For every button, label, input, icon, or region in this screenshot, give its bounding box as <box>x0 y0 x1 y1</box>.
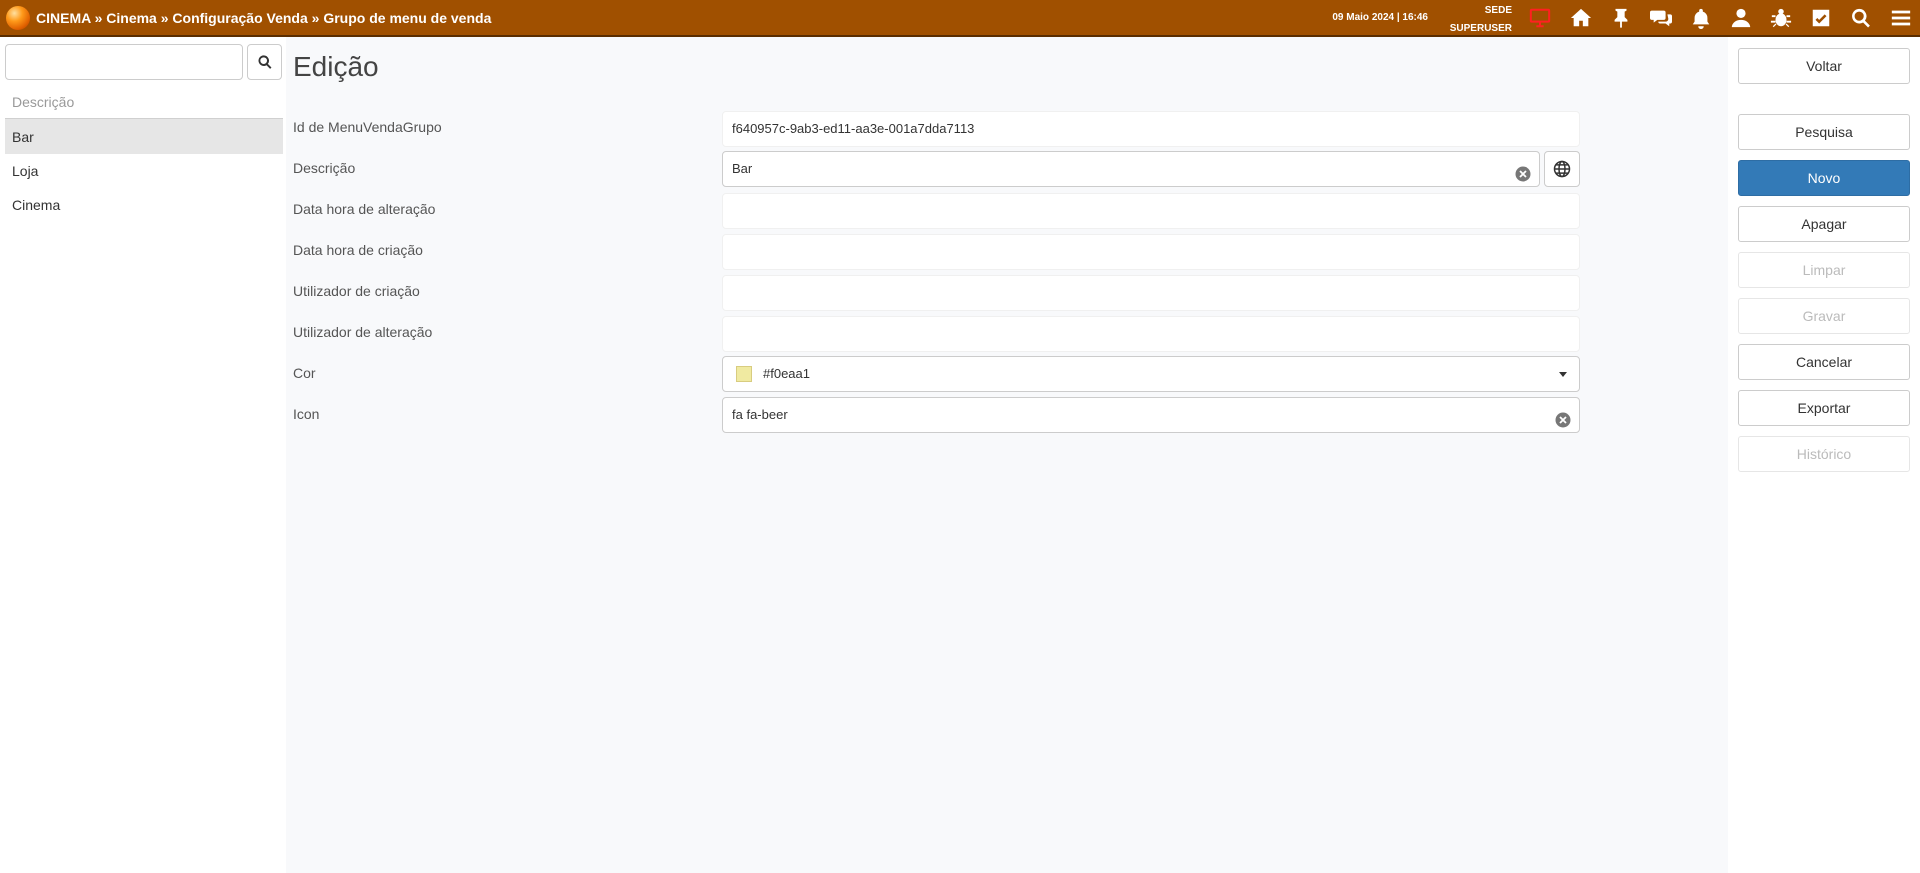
id-label: Id de MenuVendaGrupo <box>293 119 442 135</box>
checkbox-icon[interactable] <box>1809 6 1833 30</box>
data-criacao-label: Data hora de criação <box>293 242 423 258</box>
data-criacao-field <box>722 234 1580 270</box>
home-icon[interactable] <box>1569 6 1593 30</box>
translate-button[interactable] <box>1544 151 1580 187</box>
user-icon[interactable] <box>1729 6 1753 30</box>
monitor-icon[interactable] <box>1528 6 1552 30</box>
utilizador-criacao-field <box>722 275 1580 311</box>
utilizador-alteracao-field <box>722 316 1580 352</box>
app-logo[interactable] <box>6 6 30 30</box>
breadcrumb[interactable]: CINEMA » Cinema » Configuração Venda » G… <box>36 10 491 26</box>
icon-field[interactable]: fa fa-beer <box>722 397 1580 433</box>
pin-icon[interactable] <box>1609 6 1633 30</box>
cancelar-button[interactable]: Cancelar <box>1738 344 1910 380</box>
descricao-field[interactable]: Bar <box>722 151 1540 187</box>
descricao-label: Descrição <box>293 160 356 176</box>
clear-icon[interactable] <box>1515 161 1531 182</box>
top-bar: CINEMA » Cinema » Configuração Venda » G… <box>0 0 1920 37</box>
edit-form: Edição Id de MenuVendaGrupo f640957c-9ab… <box>286 37 1728 873</box>
limpar-button[interactable]: Limpar <box>1738 252 1910 288</box>
chevron-down-icon[interactable] <box>1559 372 1567 377</box>
list-item[interactable]: Cinema <box>5 187 283 223</box>
cor-select[interactable]: #f0eaa1 <box>722 356 1580 392</box>
novo-button[interactable]: Novo <box>1738 160 1910 196</box>
bug-icon[interactable] <box>1769 6 1793 30</box>
search-input[interactable] <box>5 44 243 80</box>
list-item[interactable]: Bar <box>5 118 283 154</box>
search-icon[interactable] <box>1849 6 1873 30</box>
exportar-button[interactable]: Exportar <box>1738 390 1910 426</box>
user-label: SUPERUSER <box>1449 23 1512 34</box>
bell-icon[interactable] <box>1689 6 1713 30</box>
list-item[interactable]: Loja <box>5 153 283 189</box>
globe-icon <box>1553 160 1571 178</box>
clear-icon[interactable] <box>1555 407 1571 428</box>
search-icon <box>258 55 271 69</box>
data-alteracao-field <box>722 193 1580 229</box>
user-info: SEDE SUPERUSER <box>1400 2 1512 38</box>
cor-label: Cor <box>293 365 316 381</box>
menu-icon[interactable] <box>1889 6 1913 30</box>
id-field: f640957c-9ab3-ed11-aa3e-001a7dda7113 <box>722 111 1580 147</box>
utilizador-criacao-label: Utilizador de criação <box>293 283 420 299</box>
color-swatch <box>736 366 752 382</box>
icon-value: fa fa-beer <box>732 407 788 422</box>
voltar-button[interactable]: Voltar <box>1738 48 1910 84</box>
list-column-header[interactable]: Descrição <box>12 94 74 110</box>
data-alteracao-label: Data hora de alteração <box>293 201 436 217</box>
pesquisa-button[interactable]: Pesquisa <box>1738 114 1910 150</box>
utilizador-alteracao-label: Utilizador de alteração <box>293 324 433 340</box>
gravar-button[interactable]: Gravar <box>1738 298 1910 334</box>
sidebar: Descrição Bar Loja Cinema <box>0 37 286 873</box>
search-button[interactable] <box>247 44 282 80</box>
action-panel: Voltar Pesquisa Novo Apagar Limpar Grava… <box>1728 37 1920 873</box>
chat-icon[interactable] <box>1649 6 1673 30</box>
apagar-button[interactable]: Apagar <box>1738 206 1910 242</box>
icon-label: Icon <box>293 406 320 422</box>
page-title: Edição <box>293 51 379 82</box>
cor-value: #f0eaa1 <box>763 366 810 381</box>
location-label: SEDE <box>1484 5 1512 16</box>
historico-button[interactable]: Histórico <box>1738 436 1910 472</box>
descricao-value: Bar <box>732 161 753 176</box>
